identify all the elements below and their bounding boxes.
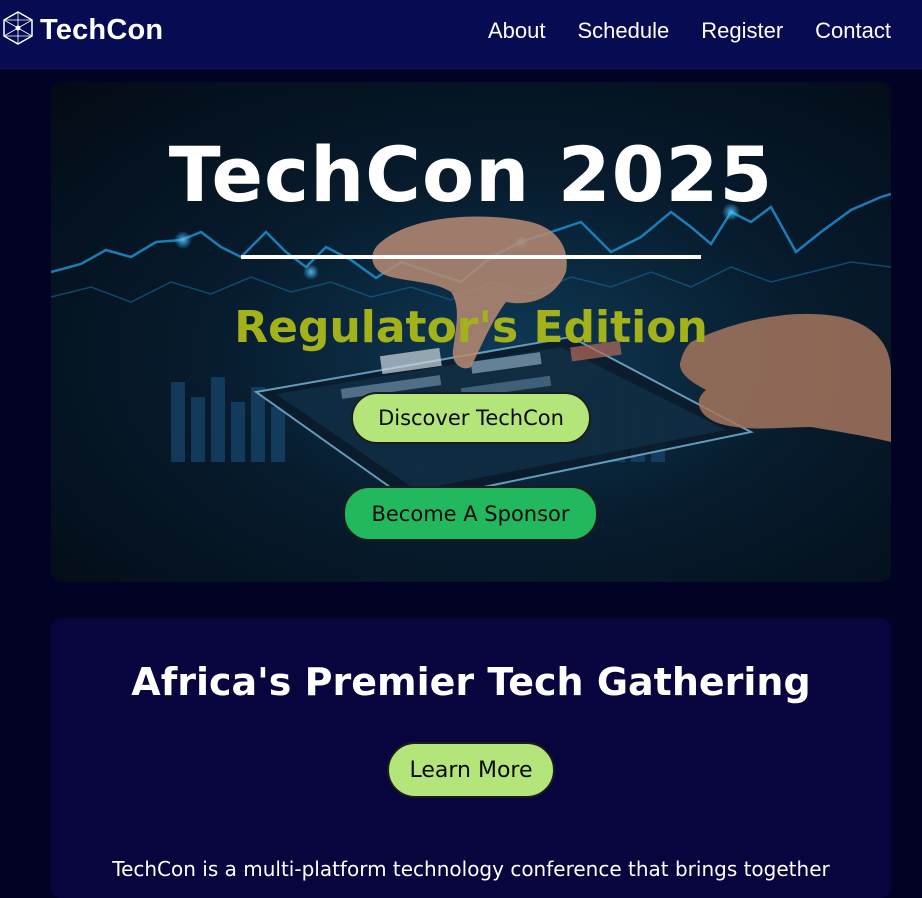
brand-name: TechCon bbox=[40, 13, 164, 46]
hero-banner: TechCon 2025 Regulator's Edition Discove… bbox=[51, 82, 891, 582]
learn-more-button[interactable]: Learn More bbox=[387, 742, 555, 798]
about-description: TechCon is a multi-platform technology c… bbox=[112, 857, 830, 881]
become-sponsor-button[interactable]: Become A Sponsor bbox=[343, 486, 598, 541]
hero-subtitle: Regulator's Edition bbox=[234, 302, 708, 353]
nav-link-register[interactable]: Register bbox=[701, 18, 783, 44]
nav-link-about[interactable]: About bbox=[488, 18, 546, 44]
top-navbar: TechCon About Schedule Register Contact bbox=[0, 0, 922, 69]
brand-logo[interactable]: TechCon bbox=[0, 10, 163, 50]
discover-techcon-button[interactable]: Discover TechCon bbox=[351, 392, 591, 444]
hero-divider bbox=[241, 255, 701, 259]
nav-links: About Schedule Register Contact bbox=[488, 18, 891, 44]
about-title: Africa's Premier Tech Gathering bbox=[131, 660, 811, 704]
hero-title: TechCon 2025 bbox=[168, 130, 774, 219]
network-hexagon-icon bbox=[0, 10, 36, 50]
nav-link-contact[interactable]: Contact bbox=[815, 18, 891, 44]
about-section: Africa's Premier Tech Gathering Learn Mo… bbox=[51, 618, 891, 898]
nav-link-schedule[interactable]: Schedule bbox=[578, 18, 670, 44]
